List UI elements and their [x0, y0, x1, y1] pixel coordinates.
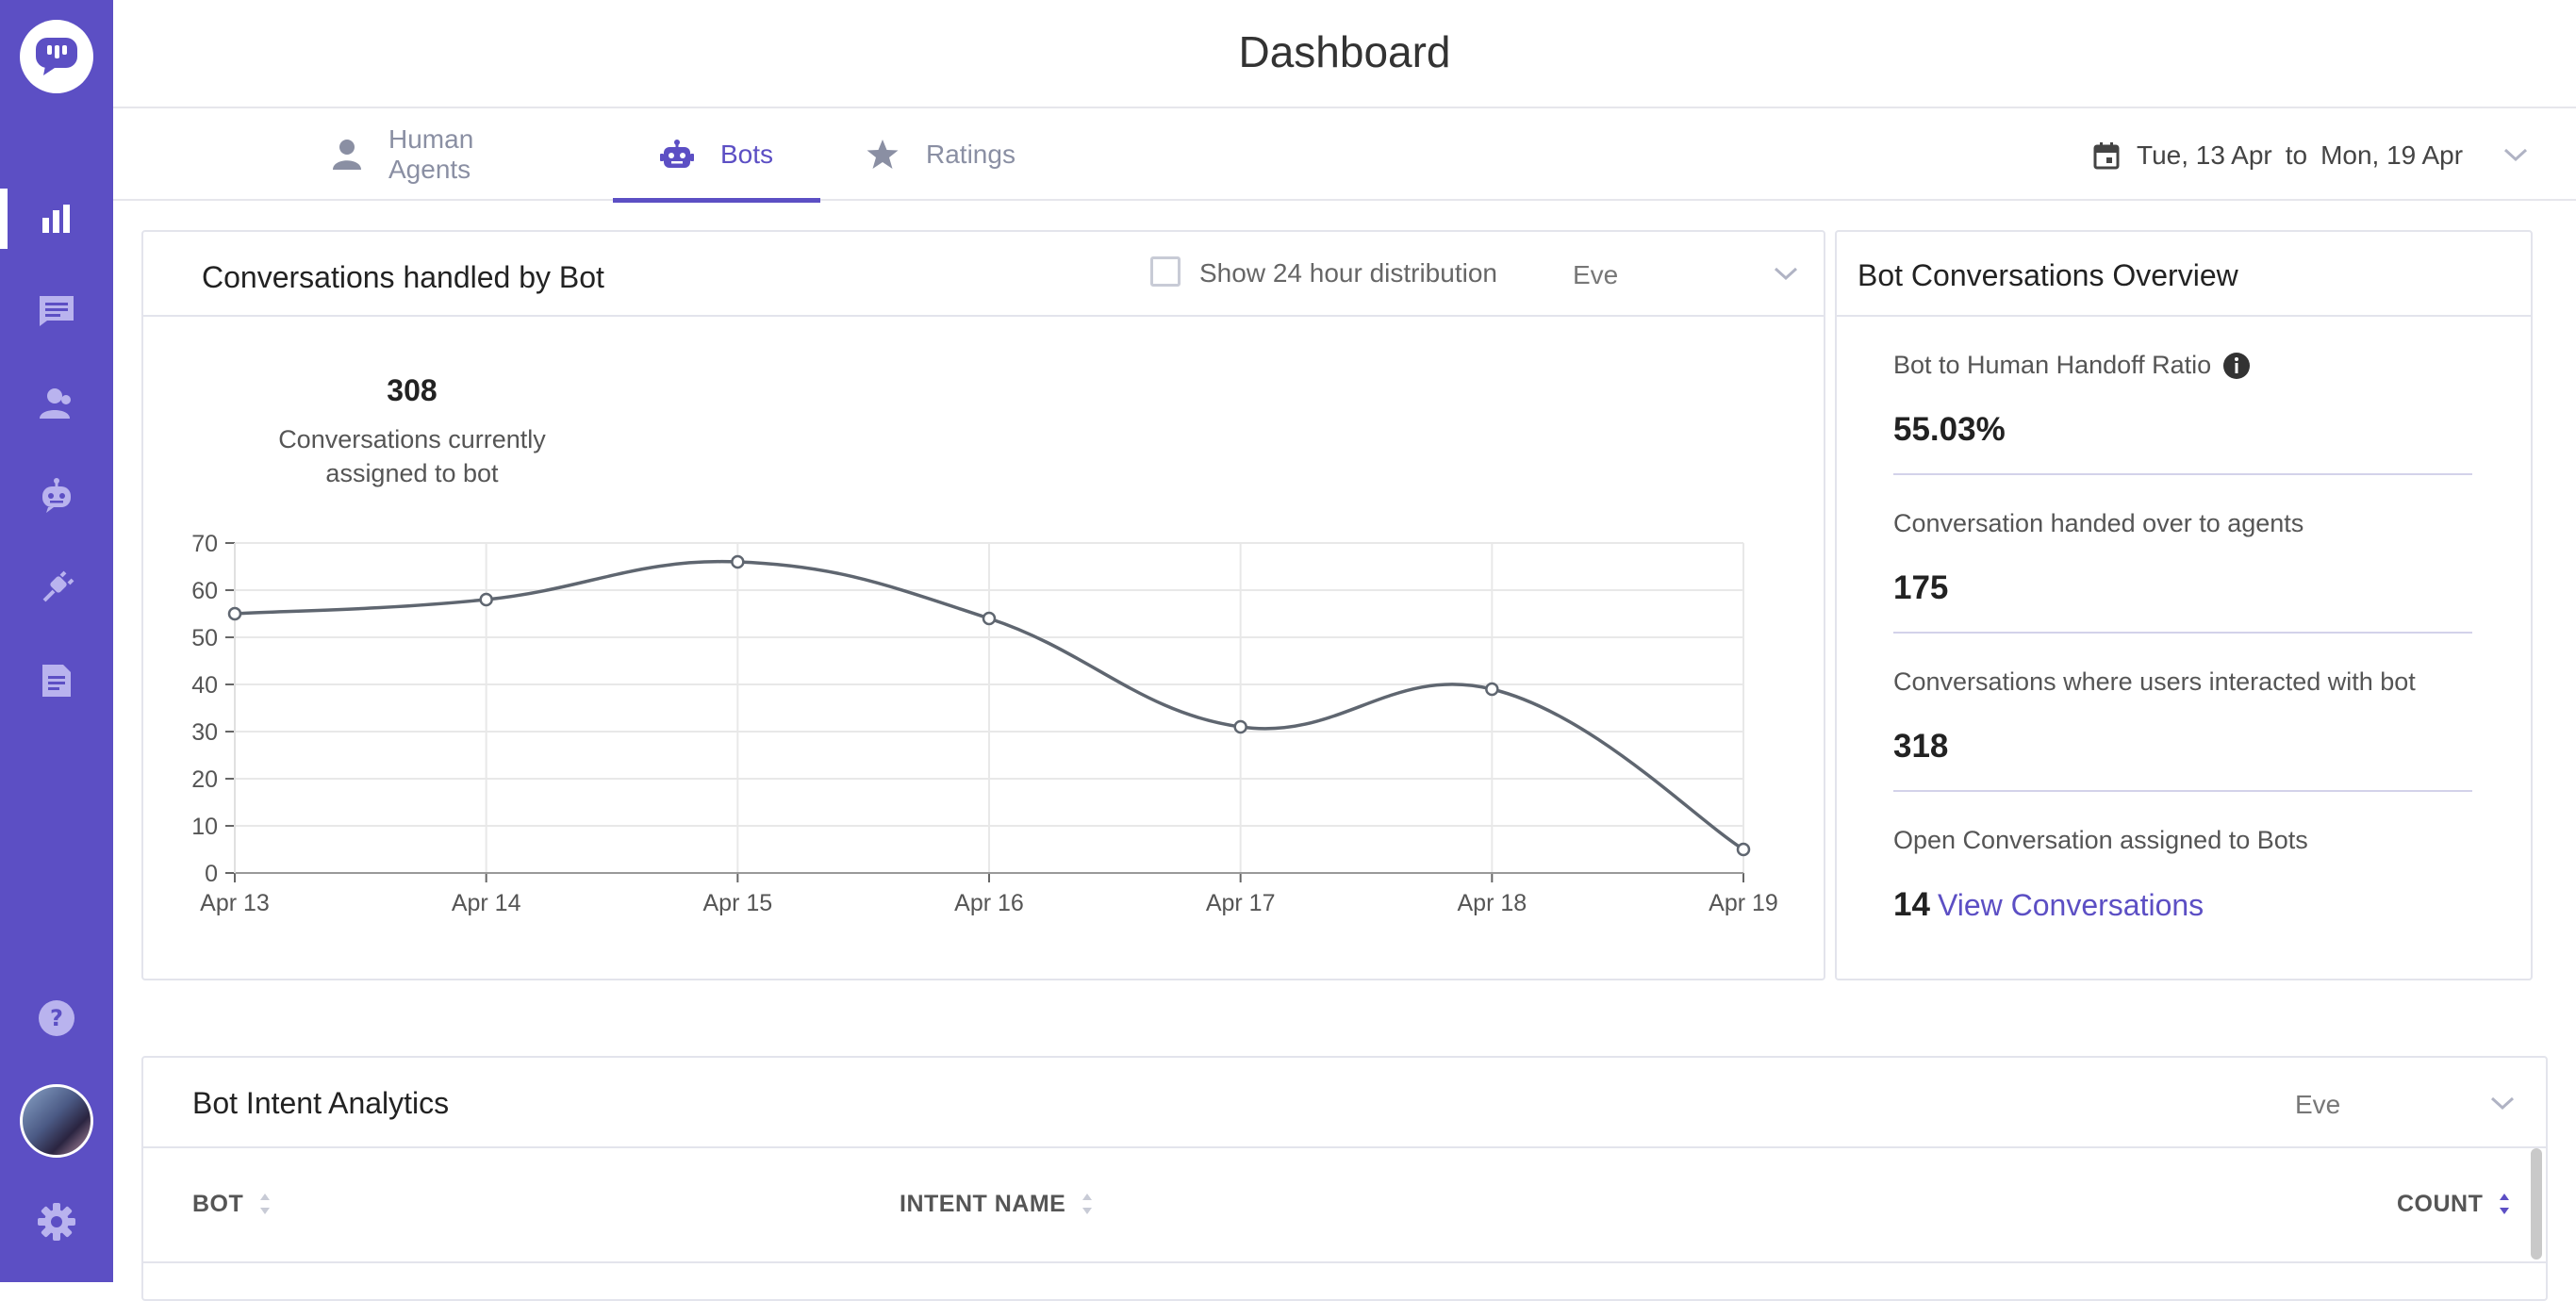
y-tick-label: 50 — [191, 625, 218, 651]
column-header-bot[interactable]: BOT — [192, 1190, 272, 1218]
y-tick-label: 20 — [191, 766, 218, 793]
y-tick-label: 70 — [191, 531, 218, 557]
tab-ratings[interactable]: Ratings — [866, 108, 1054, 201]
date-from: Tue, 13 Apr — [2137, 140, 2272, 170]
table-header-divider — [143, 1261, 2546, 1263]
date-separator: to — [2285, 140, 2308, 170]
card-title: Bot Intent Analytics — [192, 1086, 450, 1120]
y-tick-label: 10 — [191, 814, 218, 840]
bar-chart-icon — [42, 205, 70, 233]
column-header-count[interactable]: COUNT — [2397, 1190, 2511, 1218]
y-tick-label: 60 — [191, 578, 218, 604]
person-icon — [332, 139, 362, 171]
bot-icon — [659, 140, 694, 170]
interacted-label: Conversations where users interacted wit… — [1893, 667, 2416, 696]
bot-icon — [42, 478, 71, 513]
column-header-label: COUNT — [2397, 1190, 2484, 1217]
open-label: Open Conversation assigned to Bots — [1893, 826, 2308, 854]
nav-bots[interactable] — [0, 458, 113, 534]
column-header-intent-name[interactable]: INTENT NAME — [900, 1190, 1094, 1218]
app-logo[interactable] — [20, 20, 93, 93]
chat-logo-icon — [36, 38, 77, 75]
x-tick-label: Apr 19 — [1709, 890, 1778, 916]
document-icon — [42, 665, 71, 697]
table-scrollbar[interactable] — [2531, 1148, 2542, 1260]
overview-card-header: Bot Conversations Overview — [1837, 232, 2531, 317]
nav-conversations[interactable] — [0, 273, 113, 349]
divider — [1893, 473, 2472, 475]
x-tick-label: Apr 16 — [954, 890, 1024, 916]
column-header-label: INTENT NAME — [900, 1190, 1066, 1217]
page-title: Dashboard — [1238, 27, 1451, 76]
x-tick-label: Apr 13 — [200, 890, 270, 916]
tab-label: Ratings — [926, 140, 1016, 169]
nav-articles[interactable] — [0, 643, 113, 718]
nav-contacts[interactable] — [0, 366, 113, 441]
chevron-down-icon — [2490, 1096, 2515, 1111]
intent-bot-select-value: Eve — [2295, 1090, 2341, 1119]
help-icon: ? — [39, 1000, 74, 1036]
y-tick-label: 30 — [191, 719, 218, 746]
svg-text:?: ? — [50, 1005, 63, 1031]
data-point — [1736, 842, 1751, 857]
conversations-line-chart: 0 10 20 30 40 50 60 70 Apr 13 Apr 14 Apr 15 Apr 16 A… — [191, 531, 1778, 916]
sort-icon — [2498, 1190, 2511, 1218]
date-to: Mon, 19 Apr — [2320, 140, 2464, 170]
plug-icon — [42, 570, 74, 602]
message-icon — [40, 296, 74, 326]
data-point — [227, 606, 242, 621]
sort-icon — [258, 1190, 272, 1218]
info-icon[interactable] — [2222, 352, 2251, 380]
nav-settings[interactable] — [0, 1184, 113, 1260]
y-tick-label: 0 — [205, 861, 218, 887]
x-tick-label: Apr 17 — [1206, 890, 1276, 916]
tab-human-agents[interactable]: Human Agents — [332, 108, 558, 201]
chevron-down-icon — [2504, 148, 2528, 162]
contacts-icon — [40, 388, 71, 419]
tabs-bar: Human Agents Bots Ratings Tue, 13 Apr to… — [113, 108, 2576, 203]
data-point — [1485, 682, 1499, 697]
x-tick-label: Apr 18 — [1457, 890, 1527, 916]
intent-card: Bot Intent Analytics Eve — [141, 1056, 2548, 1301]
gear-icon — [38, 1203, 75, 1241]
ratio-label: Bot to Human Handoff Ratio — [1893, 351, 2251, 380]
sort-icon — [1081, 1190, 1094, 1218]
sidebar: ? — [0, 0, 113, 1282]
calendar-icon — [2093, 142, 2120, 170]
data-point — [479, 592, 493, 607]
divider — [1893, 632, 2472, 634]
x-tick-label: Apr 14 — [452, 890, 521, 916]
handed-label: Conversation handed over to agents — [1893, 509, 2304, 537]
date-range-picker[interactable]: Tue, 13 Apr to Mon, 19 Apr — [2093, 137, 2529, 174]
nav-reports[interactable] — [0, 181, 113, 256]
intent-card-header: Bot Intent Analytics Eve — [143, 1058, 2546, 1148]
nav-help[interactable]: ? — [0, 980, 113, 1056]
open-value: 14 — [1893, 886, 1930, 923]
y-tick-label: 40 — [191, 672, 218, 699]
overview-card: Bot Conversations Overview Bot to Human … — [1835, 230, 2533, 980]
ratio-value: 55.03% — [1893, 411, 2006, 448]
header: Dashboard — [113, 0, 2576, 108]
data-point — [982, 611, 997, 626]
x-tick-label: Apr 15 — [702, 890, 772, 916]
divider — [1893, 790, 2472, 792]
data-point — [731, 554, 745, 569]
view-conversations-link[interactable]: View Conversations — [1938, 888, 2204, 922]
tab-label: Bots — [719, 140, 774, 169]
tab-bots[interactable]: Bots — [613, 108, 820, 203]
intent-bot-select[interactable]: Eve — [2295, 1090, 2521, 1128]
ratio-label-text: Bot to Human Handoff Ratio — [1893, 351, 2212, 379]
card-title: Bot Conversations Overview — [1858, 258, 2238, 292]
conversations-card: Conversations handled by Bot Show 24 hou… — [141, 230, 1825, 980]
interacted-value: 318 — [1893, 728, 1949, 765]
open-value-row: 14 View Conversations — [1893, 886, 2204, 924]
tab-label: Human Agents — [388, 124, 474, 184]
nav-integrations[interactable] — [0, 551, 113, 626]
data-point — [1233, 719, 1247, 734]
user-avatar[interactable] — [20, 1084, 93, 1158]
star-icon — [866, 139, 900, 171]
handed-value: 175 — [1893, 569, 1949, 606]
column-header-label: BOT — [192, 1190, 244, 1217]
